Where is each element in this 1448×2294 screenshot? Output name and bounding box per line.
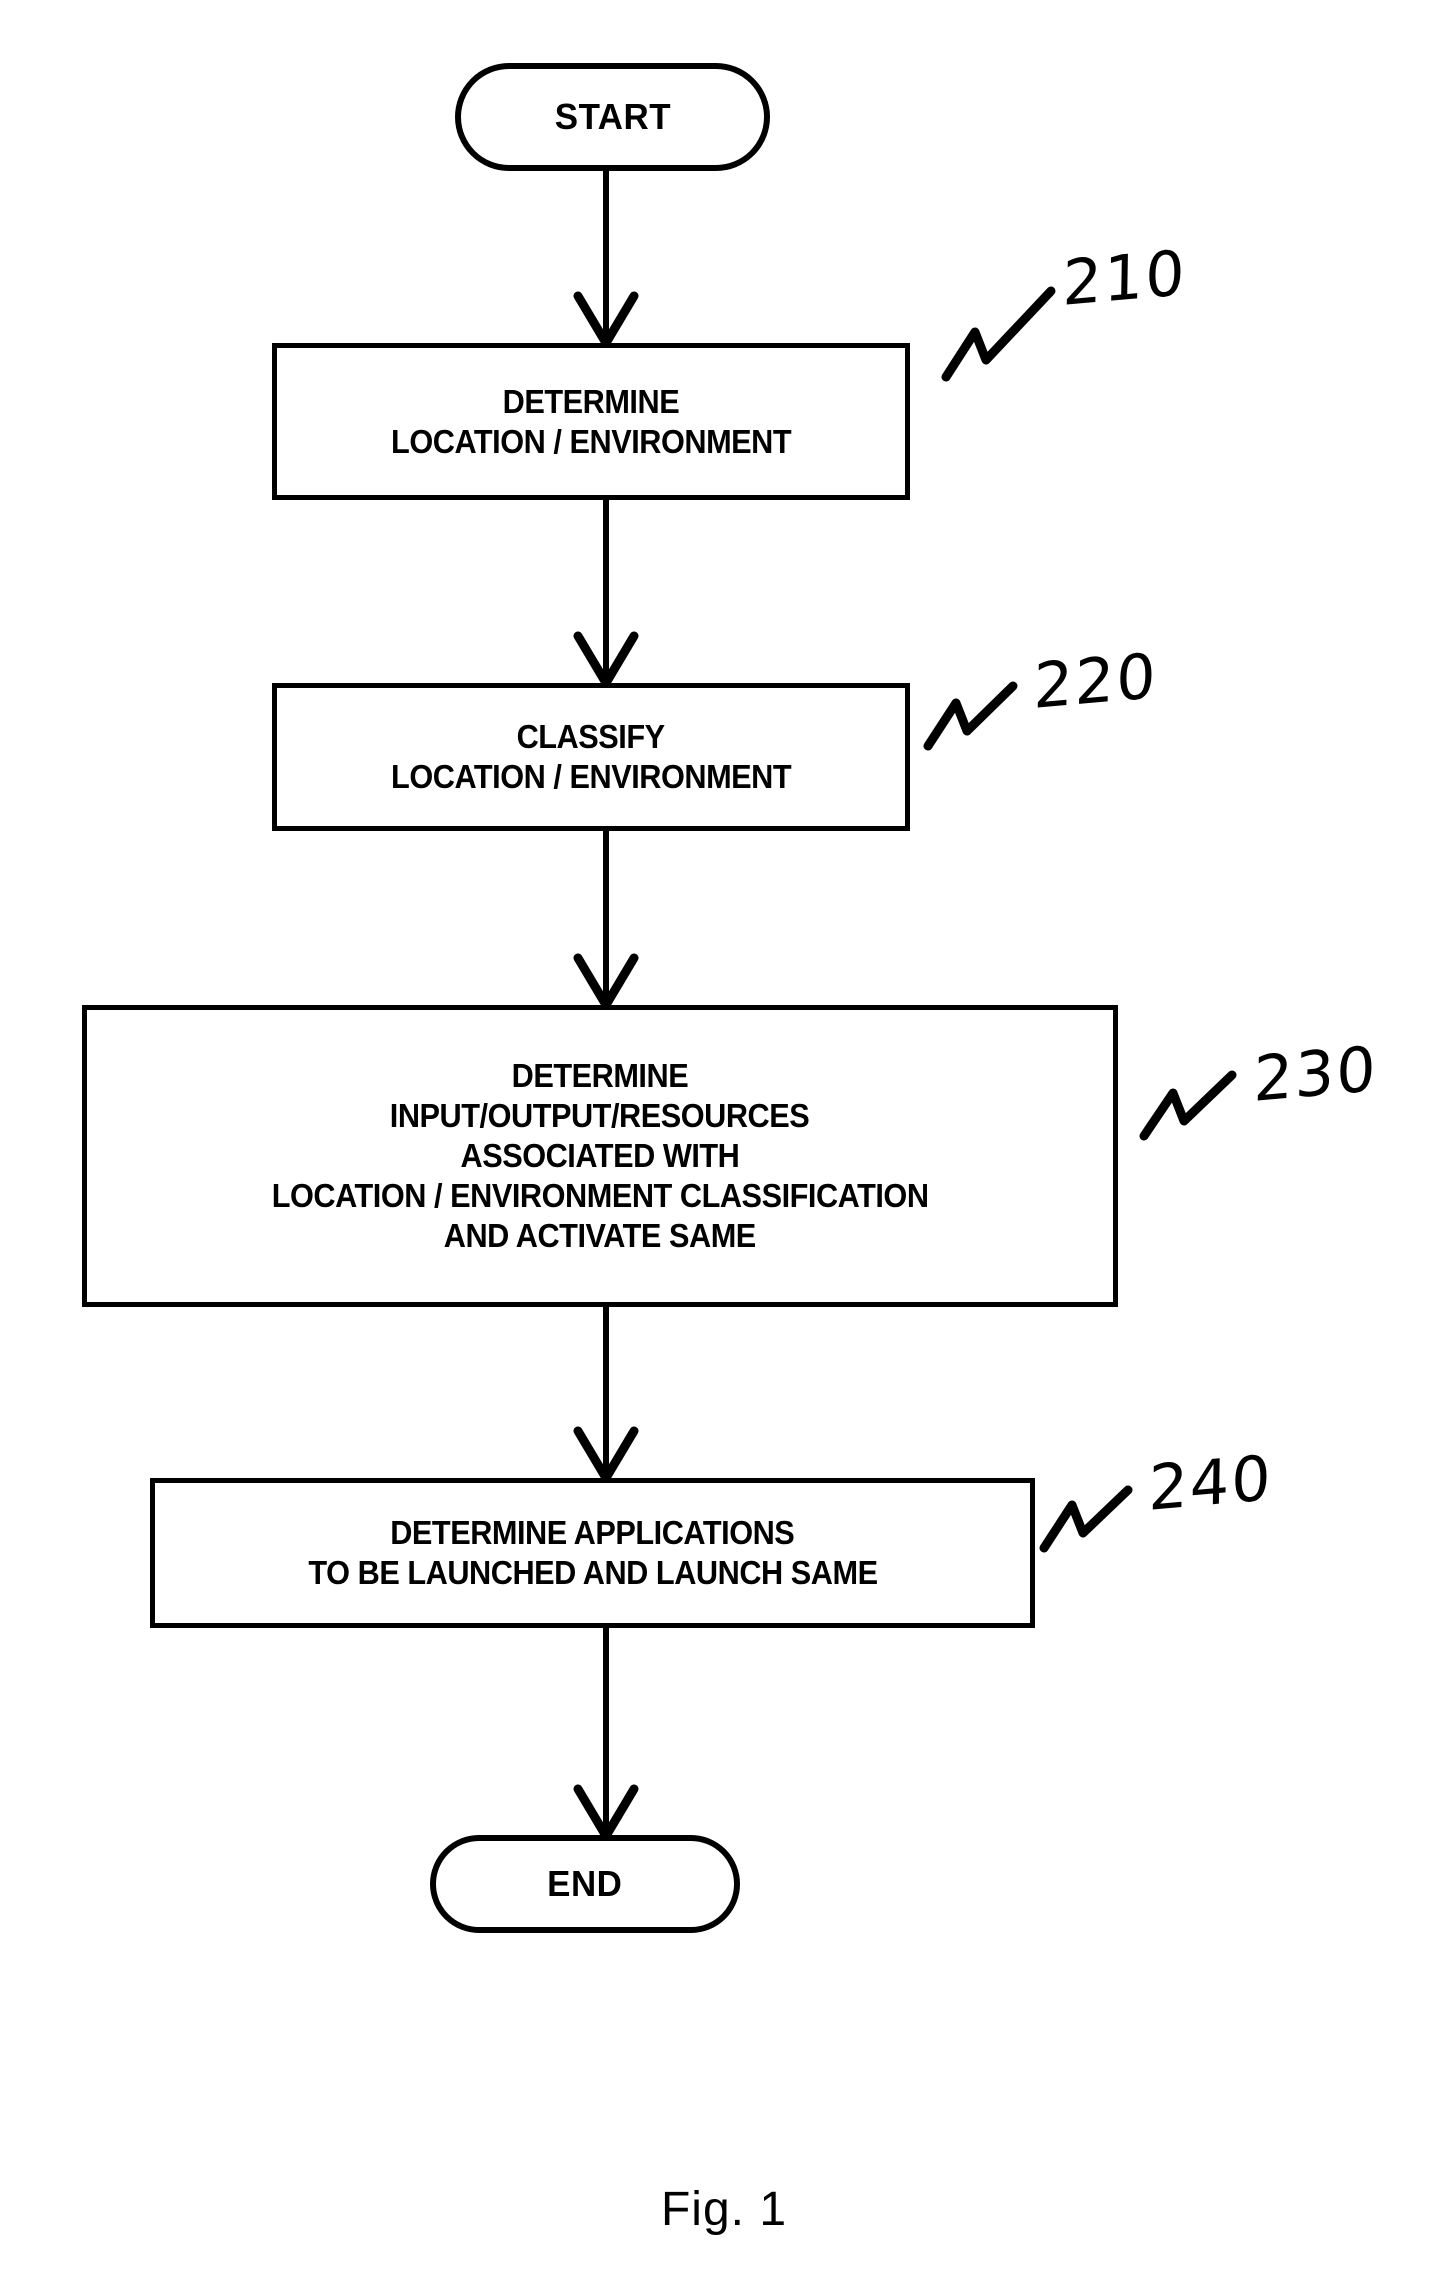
connector-240-to-end xyxy=(0,0,1448,2294)
flowchart-node-end: END xyxy=(430,1835,740,1933)
node-end-label-line-0: END xyxy=(547,1863,623,1904)
figure-caption: Fig. 1 xyxy=(660,2183,788,2236)
patent-figure: START DETERMINE LOCATION / ENVIRONMENT 2… xyxy=(0,0,1448,2294)
